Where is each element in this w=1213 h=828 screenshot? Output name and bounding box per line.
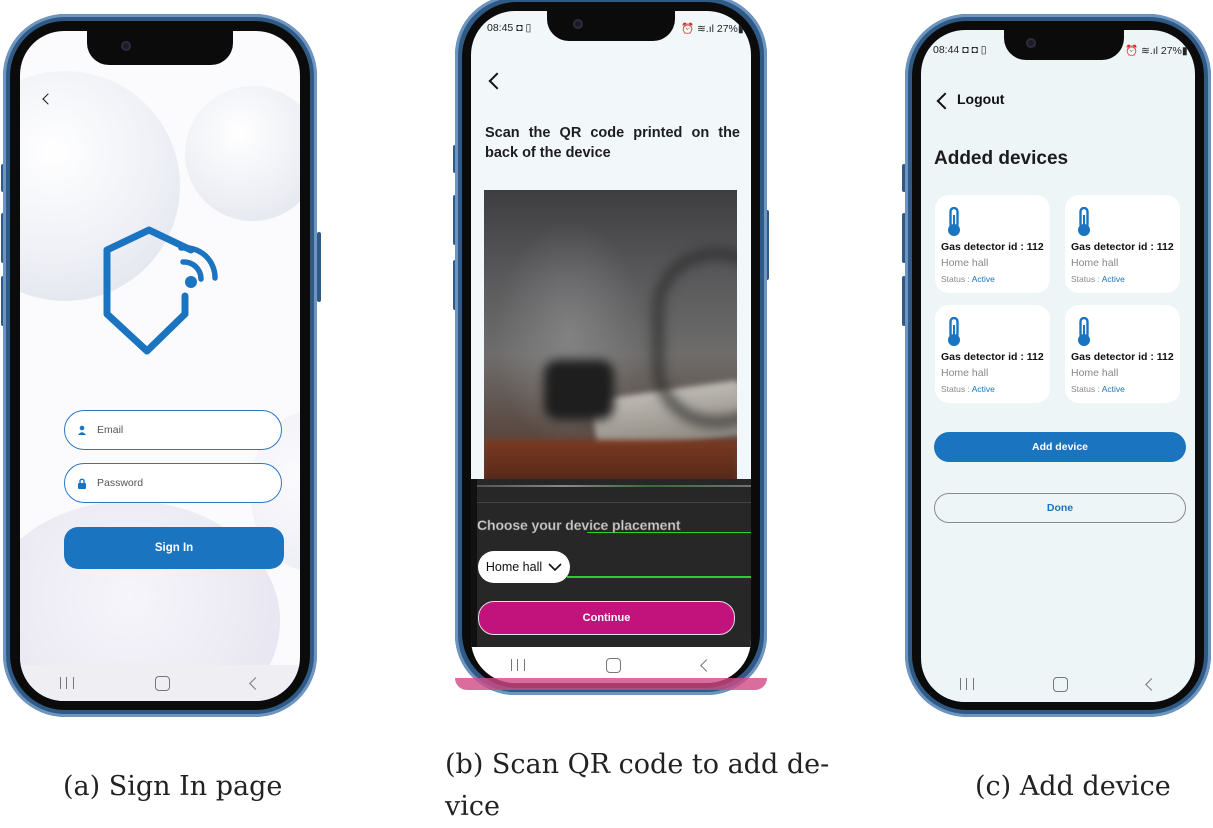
back-icon[interactable] [936,92,954,110]
camera-icon [1026,38,1036,48]
logout-link[interactable]: Logout [957,91,1004,107]
device-status: Status : Active [941,384,995,394]
email-placeholder: Email [97,424,124,436]
caption-c: (c) Add device [975,771,1171,802]
status-battery: ⏰ ≋.ıl 27%▮ [681,23,744,35]
glitch-line [567,576,751,578]
recent-apps-icon[interactable] [60,677,75,689]
email-field[interactable]: Email [64,410,282,450]
device-card[interactable]: Gas detector id : 112 Home hall Status :… [935,305,1050,403]
status-time: 08:45 ◘ ▯ [487,22,532,34]
placement-label: Choose your device placement [477,517,681,534]
thermometer-icon [948,207,960,236]
caption-b: (b) Scan QR code to add de- vice [445,744,829,828]
notch [1004,30,1124,60]
bg-bubble [185,86,300,221]
camera-icon [573,19,583,29]
thermometer-icon [948,317,960,346]
nav-back-icon[interactable] [699,658,713,672]
glitch-edge [455,678,767,690]
status-active: Active [1101,384,1125,394]
glitch-line [477,485,751,487]
status-active: Active [971,274,995,284]
nav-back-icon[interactable] [248,676,262,690]
device-location: Home hall [941,367,989,379]
password-field[interactable]: Password [64,463,282,503]
shield-wifi-logo-icon [103,226,218,355]
home-icon[interactable] [154,675,170,691]
caption-a: (a) Sign In page [63,771,283,802]
add-device-button[interactable]: Add device [934,432,1186,462]
scan-instruction: Scan the QR code printed on the back of … [485,125,740,161]
caption-b-line1: (b) Scan QR code to add de- [445,749,830,780]
placement-value: Home hall [485,560,543,574]
device-card[interactable]: Gas detector id : 112 Home hall Status :… [1065,305,1180,403]
device-location: Home hall [941,257,989,269]
device-name: Gas detector id : 112 [941,241,1044,253]
caption-b-line2: vice [445,790,500,822]
camera-icon [121,41,131,51]
device-location: Home hall [1071,367,1119,379]
phone-frame-signin: Email Password Sign In [3,14,317,717]
android-nav-bar [20,665,300,701]
continue-button[interactable]: Continue [478,601,735,635]
devices-screen: 08:44 ◘ ◘ ▯ ⏰ ≋.ıl 27%▮ Logout Added dev… [921,30,1195,702]
chevron-down-icon [548,563,562,571]
signin-screen: Email Password Sign In [20,31,300,701]
device-location: Home hall [1071,257,1119,269]
device-name: Gas detector id : 112 [1071,351,1174,363]
lock-icon [78,478,86,489]
notch [547,11,675,41]
sign-in-button[interactable]: Sign In [64,527,284,569]
device-card[interactable]: Gas detector id : 112 Home hall Status :… [935,195,1050,293]
device-name: Gas detector id : 112 [941,351,1044,363]
status-active: Active [1101,274,1125,284]
phone-a-side-button [317,232,321,302]
status-active: Active [971,384,995,394]
page-title: Added devices [934,148,1069,169]
phone-frame-devices: 08:44 ◘ ◘ ▯ ⏰ ≋.ıl 27%▮ Logout Added dev… [905,14,1211,717]
status-battery: ⏰ ≋.ıl 27%▮ [1125,45,1188,57]
phone-frame-scan: 08:45 ◘ ▯ ⏰ ≋.ıl 27%▮ Scan the QR code p… [455,0,767,695]
device-status: Status : Active [941,274,995,284]
home-icon[interactable] [1052,676,1068,692]
recent-apps-icon[interactable] [511,659,526,671]
password-placeholder: Password [97,477,144,489]
nav-back-icon[interactable] [1144,677,1158,691]
scan-screen: 08:45 ◘ ▯ ⏰ ≋.ıl 27%▮ Scan the QR code p… [471,11,751,683]
android-nav-bar [921,666,1195,702]
device-name: Gas detector id : 112 [1071,241,1174,253]
recent-apps-icon[interactable] [960,678,975,690]
thermometer-icon [1078,207,1090,236]
camera-cable [654,250,737,426]
notch [87,31,233,65]
back-icon[interactable] [488,72,506,90]
placement-dropdown[interactable]: Home hall [478,551,570,583]
camera-preview [484,190,737,490]
glitch-line [477,502,751,503]
status-time: 08:44 ◘ ◘ ▯ [933,44,987,56]
device-status: Status : Active [1071,274,1125,284]
placement-panel: Choose your device placement Home hall C… [471,479,751,649]
camera-plug [544,360,614,420]
device-status: Status : Active [1071,384,1125,394]
user-icon [78,425,86,435]
device-card[interactable]: Gas detector id : 112 Home hall Status :… [1065,195,1180,293]
thermometer-icon [1078,317,1090,346]
home-icon[interactable] [605,657,621,673]
done-button[interactable]: Done [934,493,1186,523]
